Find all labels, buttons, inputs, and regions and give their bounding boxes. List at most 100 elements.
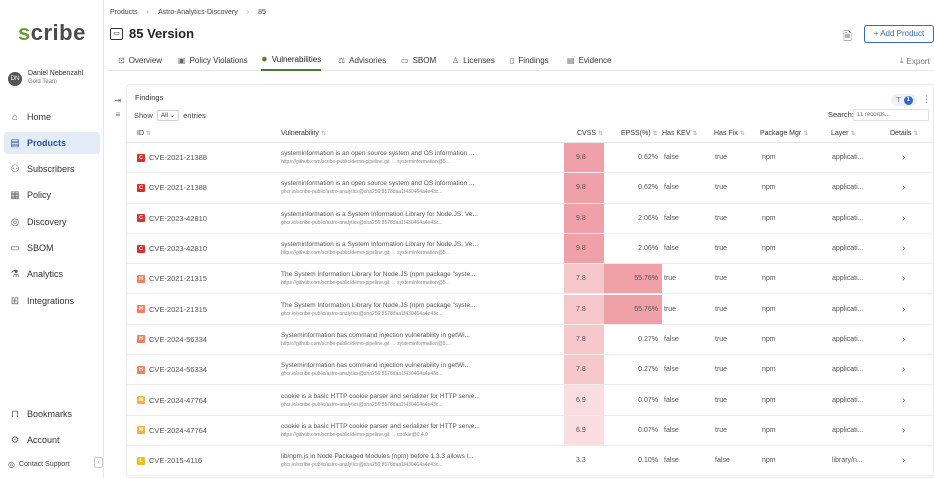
sidebar-item-products[interactable]: ▤ Products — [4, 132, 100, 154]
tab-label: Findings — [518, 56, 549, 65]
column-header-epss[interactable]: EPSS(%) ⇅ — [621, 130, 658, 137]
epss-cell: 2.06% — [604, 204, 662, 233]
scribe-logo[interactable]: scribe — [18, 20, 86, 46]
has-fix-value-cell: true — [715, 173, 765, 202]
table-row[interactable]: L CVE-2015-4116 lib/npm.js in Node Package… — [126, 446, 934, 477]
column-header-vulnerability[interactable]: Vulnerability ⇅ — [281, 130, 326, 137]
sidebar-item-bookmarks[interactable]: ⊓ Bookmarks — [4, 403, 100, 425]
sidebar-item-label: Discovery — [27, 217, 67, 227]
has-fix-value: true — [715, 214, 728, 222]
panel-side-tools: ⇥ ≡ — [112, 96, 124, 124]
sidebar-item-home[interactable]: ⌂ Home — [4, 106, 100, 128]
account-icon: ⚙ — [10, 434, 20, 446]
tab-label: Licenses — [463, 56, 495, 65]
has-fix-value: true — [715, 184, 728, 192]
contact-support-link[interactable]: ◎ Contact Support — [8, 460, 70, 469]
entries-select[interactable]: All ⌄ — [156, 110, 180, 121]
layer-value: applicati... — [832, 335, 864, 343]
epss-value: 0.10% — [638, 457, 658, 465]
table-row[interactable]: C CVE-2021-21388 systeminformation is an o… — [126, 173, 934, 204]
collapse-sidebar-button[interactable]: ‹ — [94, 457, 103, 468]
column-header-layer[interactable]: Layer ⇅ — [831, 130, 856, 137]
chevron-right-icon: › — [246, 9, 250, 16]
export-button[interactable]: ⤓ Export — [900, 56, 930, 66]
epss-cell: 0.07% — [604, 416, 662, 445]
vulnerability-source: https://github.com/scribe-public/demo-pi… — [281, 431, 428, 438]
breadcrumb-product[interactable]: Astro-Analytics-Discovery — [158, 9, 238, 16]
column-header-package-mgr[interactable]: Package Mgr ⇅ — [760, 130, 808, 137]
epss-cell: 55.76% — [604, 294, 662, 324]
tab-evidence[interactable]: ▤ Evidence — [567, 50, 611, 71]
tab-licenses[interactable]: ♙ Licenses — [452, 50, 495, 71]
page-title: ▭ 85 Version — [110, 26, 194, 41]
vulnerability-source: ghcr.io/scribe-public/astro-analytics@sh… — [281, 401, 443, 408]
document-icon[interactable]: 🗎 — [843, 28, 852, 47]
has-kev-value-cell: false — [664, 234, 714, 263]
chevron-right-icon[interactable]: › — [902, 213, 905, 224]
tab-sbom[interactable]: ▭ SBOM — [401, 50, 436, 71]
tab-vulnerabilities[interactable]: ✹ Vulnerabilities — [261, 50, 322, 71]
chevron-right-icon[interactable]: › — [902, 243, 905, 254]
sort-icon: ⇅ — [146, 131, 152, 137]
table-row[interactable]: H CVE-2021-21315 The System Information Li… — [126, 294, 934, 325]
table-row[interactable]: H CVE-2024-56334 Systeminformation has com… — [126, 355, 934, 386]
vulnerability-cell: Systeminformation has command injection … — [281, 325, 495, 354]
vulnerability-title: systeminformation is a System Informatio… — [281, 210, 478, 218]
breadcrumb: Products › Astro-Analytics-Discovery › 8… — [110, 9, 266, 16]
sidebar-item-integrations[interactable]: ⊞ Integrations — [4, 290, 100, 312]
table-row[interactable]: H CVE-2021-21315 The System Information Li… — [126, 264, 934, 295]
expand-icon[interactable]: ⇥ — [112, 96, 124, 110]
epss-value: 55.76% — [634, 275, 658, 283]
chevron-right-icon[interactable]: › — [902, 152, 905, 163]
chevron-right-icon[interactable]: › — [902, 273, 905, 284]
sidebar-item-discovery[interactable]: ◎ Discovery — [4, 211, 100, 233]
sidebar-item-policy[interactable]: ▦ Policy — [4, 184, 100, 206]
column-header-has-fix[interactable]: Has Fix ⇅ — [714, 130, 745, 137]
tab-advisories[interactable]: ⚖ Advisories — [338, 50, 386, 71]
chevron-right-icon[interactable]: › — [902, 364, 905, 375]
chevron-right-icon[interactable]: › — [902, 395, 905, 406]
chevron-right-icon[interactable]: › — [902, 455, 905, 466]
user-profile[interactable]: DN Daniel Nebenzahl Gold Team — [6, 68, 102, 90]
breadcrumb-products[interactable]: Products — [110, 9, 138, 16]
sort-icon: ⇅ — [320, 131, 326, 137]
table-row[interactable]: M CVE-2024-47764 cookie is a basic HTTP co… — [126, 385, 934, 416]
cve-id: CVE-2015-4116 — [149, 456, 203, 466]
sidebar-item-analytics[interactable]: ⚗ Analytics — [4, 263, 100, 285]
chevron-right-icon[interactable]: › — [902, 425, 905, 436]
severity-badge: H — [137, 335, 145, 344]
more-options-icon[interactable]: ⋮ — [922, 94, 931, 105]
has-fix-value-cell: true — [715, 385, 765, 414]
chevron-right-icon[interactable]: › — [902, 334, 905, 345]
table-row[interactable]: H CVE-2024-56334 Systeminformation has com… — [126, 324, 934, 356]
package-manager-value-cell: npm — [762, 385, 812, 414]
advisories-icon: ⚖ — [338, 56, 346, 65]
column-header-has-kev[interactable]: Has KEV ⇅ — [662, 130, 697, 137]
findings-icon: ▯ — [510, 56, 515, 65]
column-header-cvss[interactable]: CVSS ⇅ — [577, 130, 603, 137]
filter-lines-icon[interactable]: ≡ — [112, 110, 124, 124]
has-kev-value-cell: false — [664, 385, 714, 414]
tab-overview[interactable]: ⊡ Overview — [118, 50, 162, 71]
chevron-right-icon[interactable]: › — [902, 182, 905, 193]
column-header-id[interactable]: ID ⇅ — [137, 130, 151, 137]
column-header-details[interactable]: Details ⇅ — [890, 130, 918, 137]
package-manager-value-cell: npm — [762, 295, 812, 324]
table-row[interactable]: M CVE-2024-47764 cookie is a basic HTTP co… — [126, 415, 934, 446]
package-manager-value-cell: npm — [762, 143, 812, 172]
sidebar-item-account[interactable]: ⚙ Account — [4, 429, 100, 451]
tab-policy-violations[interactable]: ▣ Policy Violations — [178, 50, 248, 71]
details-cell: › — [902, 204, 922, 233]
table-row[interactable]: C CVE-2021-21388 systeminformation is an o… — [126, 143, 934, 174]
layer-value-cell: applicati... — [832, 234, 882, 263]
sidebar-item-subscribers[interactable]: ⚇ Subscribers — [4, 158, 100, 180]
search-input[interactable] — [853, 109, 929, 121]
add-product-button[interactable]: + Add Product — [864, 25, 934, 43]
filter-button[interactable]: ⊤ 1 — [891, 94, 917, 106]
table-row[interactable]: C CVE-2023-42810 systeminformation is a Sy… — [126, 203, 934, 234]
sidebar-item-sbom[interactable]: ▭ SBOM — [4, 237, 100, 259]
cvss-cell: 9.8 — [564, 143, 604, 173]
tab-findings[interactable]: ▯ Findings — [510, 50, 549, 71]
table-row[interactable]: C CVE-2023-42810 systeminformation is a Sy… — [126, 233, 934, 265]
chevron-right-icon[interactable]: › — [902, 304, 905, 315]
